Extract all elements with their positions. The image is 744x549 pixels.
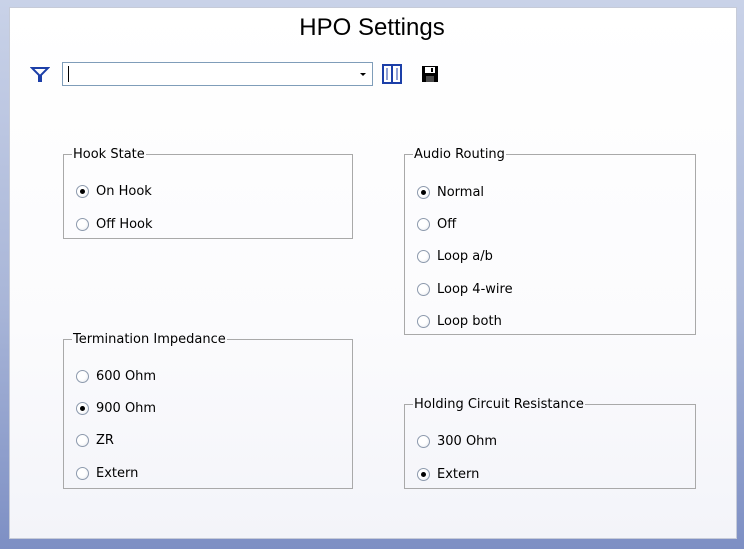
radio-label: On Hook: [96, 183, 152, 199]
radio-off[interactable]: Off: [417, 213, 456, 235]
audio-routing-group: Audio Routing Normal Off Loop a/b Loop 4…: [404, 147, 696, 335]
radio-label: Normal: [437, 184, 485, 200]
radio-button-icon[interactable]: [417, 249, 430, 263]
filter-input[interactable]: [70, 65, 340, 83]
filter-combobox[interactable]: [62, 62, 373, 86]
page-title: HPO Settings: [299, 14, 445, 41]
radio-on-hook[interactable]: On Hook: [76, 180, 152, 202]
columns-icon[interactable]: [381, 63, 403, 85]
radio-button-icon[interactable]: [417, 434, 430, 448]
radio-loop-ab[interactable]: Loop a/b: [417, 245, 493, 267]
radio-button-icon[interactable]: [417, 217, 430, 231]
radio-extern-holding[interactable]: Extern: [417, 463, 479, 485]
radio-button-icon[interactable]: [76, 401, 89, 415]
radio-600-ohm[interactable]: 600 Ohm: [76, 365, 156, 387]
hook-state-group: Hook State On Hook Off Hook: [63, 147, 353, 239]
radio-label: 300 Ohm: [437, 433, 498, 449]
radio-loop-4wire[interactable]: Loop 4-wire: [417, 278, 513, 300]
filter-icon[interactable]: [30, 64, 50, 84]
hook-state-legend: Hook State: [73, 147, 145, 162]
radio-300-ohm[interactable]: 300 Ohm: [417, 430, 497, 452]
text-cursor: [68, 66, 69, 82]
radio-off-hook[interactable]: Off Hook: [76, 213, 153, 235]
radio-label: 600 Ohm: [96, 368, 157, 384]
radio-label: Extern: [96, 465, 139, 481]
radio-label: Extern: [437, 466, 480, 482]
radio-button-icon[interactable]: [76, 466, 89, 480]
radio-zr[interactable]: ZR: [76, 429, 114, 451]
radio-label: Loop both: [437, 313, 502, 329]
radio-button-icon[interactable]: [417, 282, 430, 296]
radio-button-icon[interactable]: [76, 433, 89, 447]
radio-loop-both[interactable]: Loop both: [417, 310, 502, 332]
radio-extern-termination[interactable]: Extern: [76, 462, 138, 484]
radio-button-icon[interactable]: [417, 314, 430, 328]
save-icon[interactable]: [420, 64, 440, 84]
termination-impedance-legend: Termination Impedance: [73, 332, 226, 347]
holding-circuit-resistance-legend: Holding Circuit Resistance: [414, 397, 584, 412]
radio-button-icon[interactable]: [417, 185, 430, 199]
radio-label: ZR: [96, 432, 114, 448]
termination-impedance-group: Termination Impedance 600 Ohm 900 Ohm ZR…: [63, 332, 353, 489]
radio-button-icon[interactable]: [76, 217, 89, 231]
radio-button-icon[interactable]: [76, 369, 89, 383]
holding-circuit-resistance-group: Holding Circuit Resistance 300 Ohm Exter…: [404, 397, 696, 489]
radio-label: 900 Ohm: [96, 400, 157, 416]
radio-button-icon[interactable]: [76, 184, 89, 198]
audio-routing-legend: Audio Routing: [414, 147, 505, 162]
radio-normal[interactable]: Normal: [417, 181, 484, 203]
radio-button-icon[interactable]: [417, 467, 430, 481]
radio-900-ohm[interactable]: 900 Ohm: [76, 397, 156, 419]
radio-label: Loop a/b: [437, 248, 493, 264]
radio-label: Loop 4-wire: [437, 281, 513, 297]
radio-label: Off Hook: [96, 216, 153, 232]
radio-label: Off: [437, 216, 457, 232]
dropdown-arrow-icon[interactable]: [356, 67, 370, 81]
